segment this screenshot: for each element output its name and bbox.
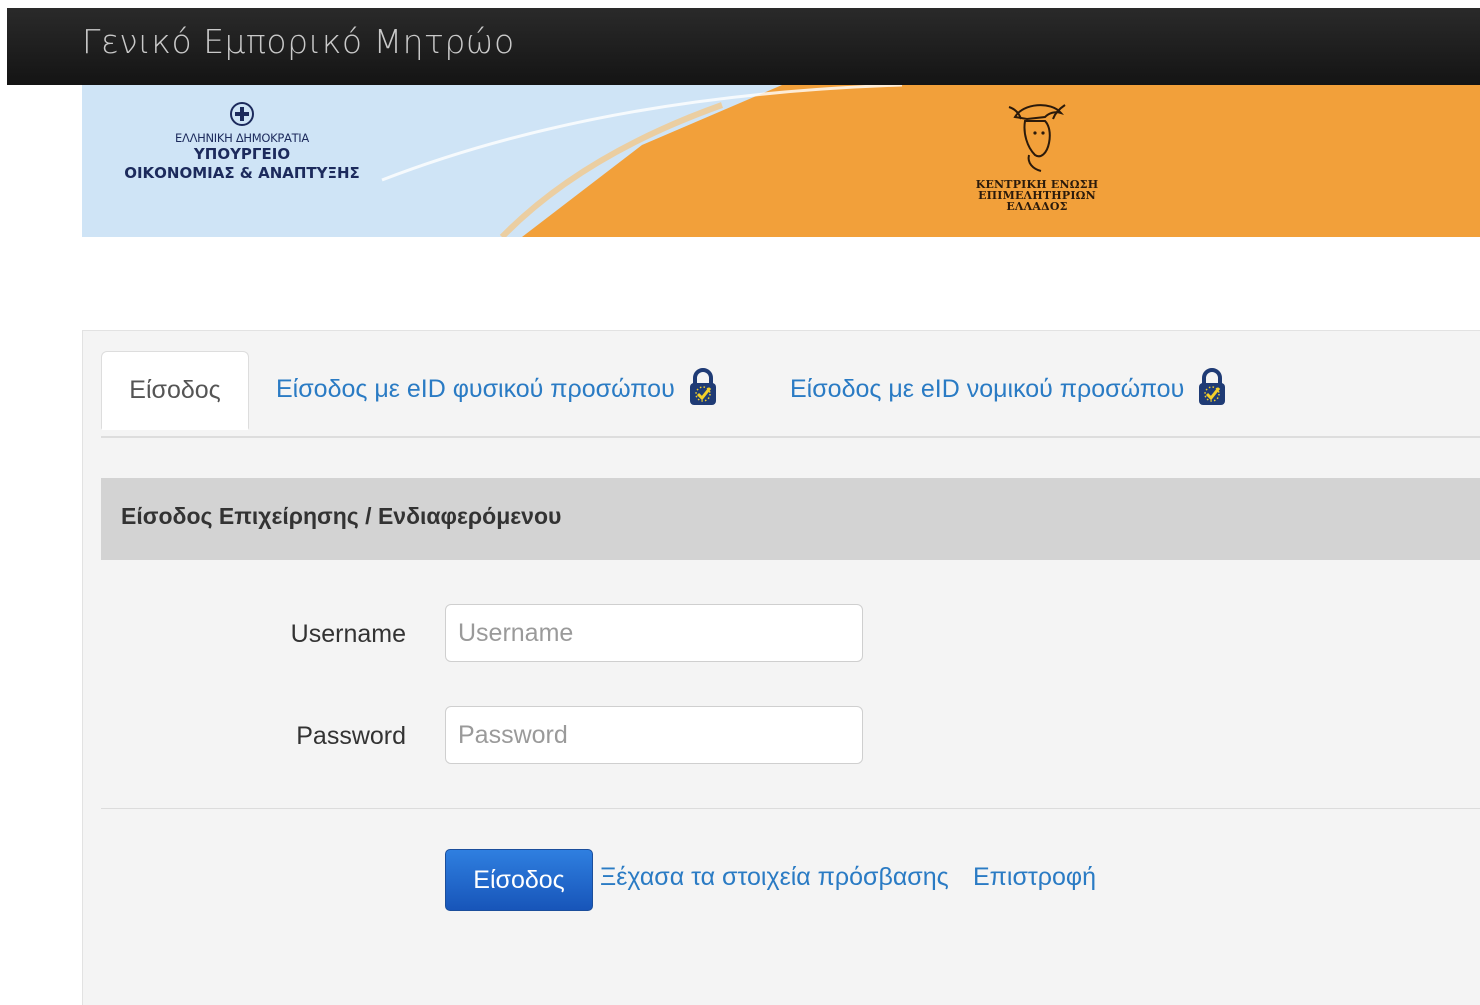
tab-eid-legal-person-label: Είσοδος με eID νομικού προσώπου [790,375,1185,403]
section-title: Είσοδος Επιχείρησης / Ενδιαφερόμενου [121,503,562,529]
login-button[interactable]: Είσοδος [445,849,593,911]
page: Γενικό Εμπορικό Μητρώο ΕΛΛΗΝΙΚΗ ΔΗΜΟΚΡΑΤ… [0,0,1480,1005]
login-panel: Είσοδος Είσοδος με eID φυσικού προσώπου … [82,330,1480,1005]
section-header: Είσοδος Επιχείρησης / Ενδιαφερόμενου [101,478,1480,560]
chamber-logo: ΚΕΝΤΡΙΚΗ ΕΝΩΣΗ ΕΠΙΜΕΛΗΤΗΡΙΩΝ ΕΛΛΑΔΟΣ [937,99,1137,212]
tab-eid-natural-person[interactable]: Είσοδος με eID φυσικού προσώπου [276,351,718,428]
eid-lock-icon [689,368,716,406]
hermes-head-icon [1008,104,1066,172]
tab-login[interactable]: Είσοδος [101,351,249,430]
password-input[interactable] [445,706,863,764]
ministry-line-1: ΕΛΛΗΝΙΚΗ ΔΗΜΟΚΡΑΤΙΑ [175,131,309,145]
greek-emblem-icon [230,102,254,126]
ministry-line-2: ΥΠΟΥΡΓΕΙΟ [193,145,291,163]
form-divider [101,808,1480,809]
password-label: Password [296,722,406,750]
brand-link[interactable]: Γενικό Εμπορικό Μητρώο [82,22,515,61]
login-tabs: Είσοδος Είσοδος με eID φυσικού προσώπου … [101,351,1480,438]
ministry-logo: ΕΛΛΗΝΙΚΗ ΔΗΜΟΚΡΑΤΙΑ ΥΠΟΥΡΓΕΙΟ ΟΙΚΟΝΟΜΙΑΣ… [112,101,372,183]
tab-eid-legal-person[interactable]: Είσοδος με eID νομικού προσώπου [790,351,1227,428]
username-input[interactable] [445,604,863,662]
ministry-line-3: ΟΙΚΟΝΟΜΙΑΣ & ΑΝΑΠΤΥΞΗΣ [124,164,360,182]
back-link[interactable]: Επιστροφή [973,863,1096,892]
username-label: Username [290,620,406,648]
tab-eid-natural-person-label: Είσοδος με eID φυσικού προσώπου [276,375,675,403]
header-banner: ΕΛΛΗΝΙΚΗ ΔΗΜΟΚΡΑΤΙΑ ΥΠΟΥΡΓΕΙΟ ΟΙΚΟΝΟΜΙΑΣ… [82,85,1480,237]
forgot-credentials-link[interactable]: Ξέχασα τα στοιχεία πρόσβασης [600,863,949,892]
top-navbar: Γενικό Εμπορικό Μητρώο [7,8,1480,85]
eid-lock-icon [1199,368,1226,406]
chamber-line-3: ΕΛΛΑΔΟΣ [1006,200,1068,213]
